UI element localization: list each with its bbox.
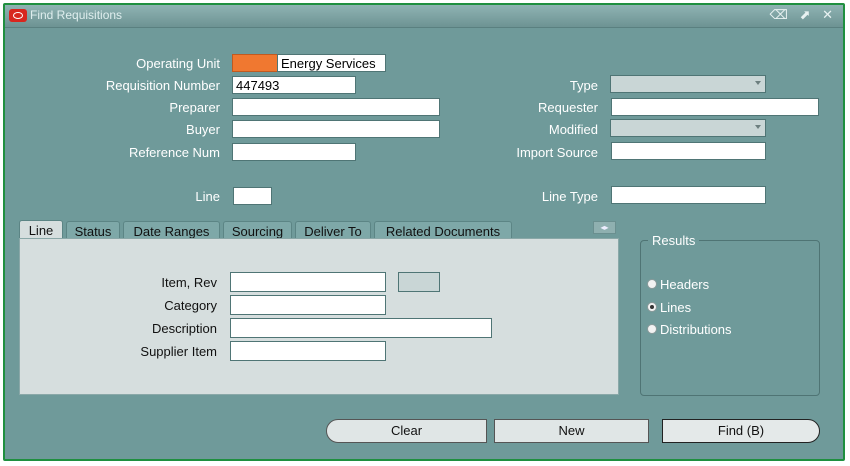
supplier-item-field[interactable] xyxy=(230,341,386,361)
line-type-field[interactable] xyxy=(611,186,766,204)
window-controls: ⌫ ⬈ ✕ xyxy=(770,7,837,23)
find-requisitions-window: Find Requisitions ⌫ ⬈ ✕ Operating Unit E… xyxy=(3,3,845,461)
chevron-down-icon xyxy=(755,125,761,129)
radio-button-icon xyxy=(647,324,657,334)
reference-num-label: Reference Num xyxy=(128,145,220,160)
requester-label: Requester xyxy=(538,100,598,115)
new-button[interactable]: New xyxy=(494,419,649,443)
line-tab-panel: Item, Rev Category Description Supplier … xyxy=(19,238,619,395)
reference-num-field[interactable] xyxy=(232,143,356,161)
tab-scroll-button[interactable]: ◂▸ xyxy=(593,221,616,234)
category-label: Category xyxy=(164,298,217,313)
description-label: Description xyxy=(151,321,217,336)
category-field[interactable] xyxy=(230,295,386,315)
radio-button-checked-icon xyxy=(647,302,657,312)
radio-lines-label: Lines xyxy=(660,300,692,315)
title-bar: Find Requisitions ⌫ ⬈ ✕ xyxy=(5,5,843,28)
type-dropdown[interactable] xyxy=(610,75,766,93)
line-field[interactable] xyxy=(233,187,272,205)
buyer-label: Buyer xyxy=(186,122,220,137)
modified-label: Modified xyxy=(548,122,598,137)
operating-unit-label: Operating Unit xyxy=(136,56,220,71)
results-legend: Results xyxy=(648,233,700,248)
window-title: Find Requisitions xyxy=(30,8,123,22)
radio-headers[interactable]: Headers xyxy=(647,277,709,292)
requisition-number-label: Requisition Number xyxy=(105,78,220,93)
revision-field[interactable] xyxy=(398,272,440,292)
supplier-item-label: Supplier Item xyxy=(140,344,217,359)
find-button[interactable]: Find (B) xyxy=(662,419,820,443)
results-group xyxy=(640,240,820,396)
item-field[interactable] xyxy=(230,272,386,292)
modified-dropdown[interactable] xyxy=(610,119,766,137)
item-rev-label: Item, Rev xyxy=(161,275,217,290)
description-field[interactable] xyxy=(230,318,492,338)
radio-distributions[interactable]: Distributions xyxy=(647,322,732,337)
radio-headers-label: Headers xyxy=(660,277,710,292)
maximize-icon[interactable]: ⬈ xyxy=(800,7,815,22)
radio-distributions-label: Distributions xyxy=(660,322,732,337)
line-label: Line xyxy=(195,189,220,204)
operating-unit-field[interactable]: Energy Services xyxy=(277,54,386,72)
clear-button[interactable]: Clear xyxy=(326,419,487,443)
type-label: Type xyxy=(569,78,598,93)
oracle-logo-icon xyxy=(9,9,27,22)
radio-button-icon xyxy=(647,279,657,289)
chevron-down-icon xyxy=(755,81,761,85)
import-source-label: Import Source xyxy=(516,145,598,160)
radio-lines[interactable]: Lines xyxy=(647,300,691,315)
requester-field[interactable] xyxy=(611,98,819,116)
minimize-icon[interactable]: ⌫ xyxy=(770,7,792,22)
requisition-number-field[interactable]: 447493 xyxy=(232,76,356,94)
operating-unit-code-field[interactable] xyxy=(232,54,278,72)
preparer-field[interactable] xyxy=(232,98,440,116)
close-icon[interactable]: ✕ xyxy=(822,7,837,22)
buyer-field[interactable] xyxy=(232,120,440,138)
import-source-field[interactable] xyxy=(611,142,766,160)
line-type-label: Line Type xyxy=(541,189,598,204)
preparer-label: Preparer xyxy=(169,100,220,115)
